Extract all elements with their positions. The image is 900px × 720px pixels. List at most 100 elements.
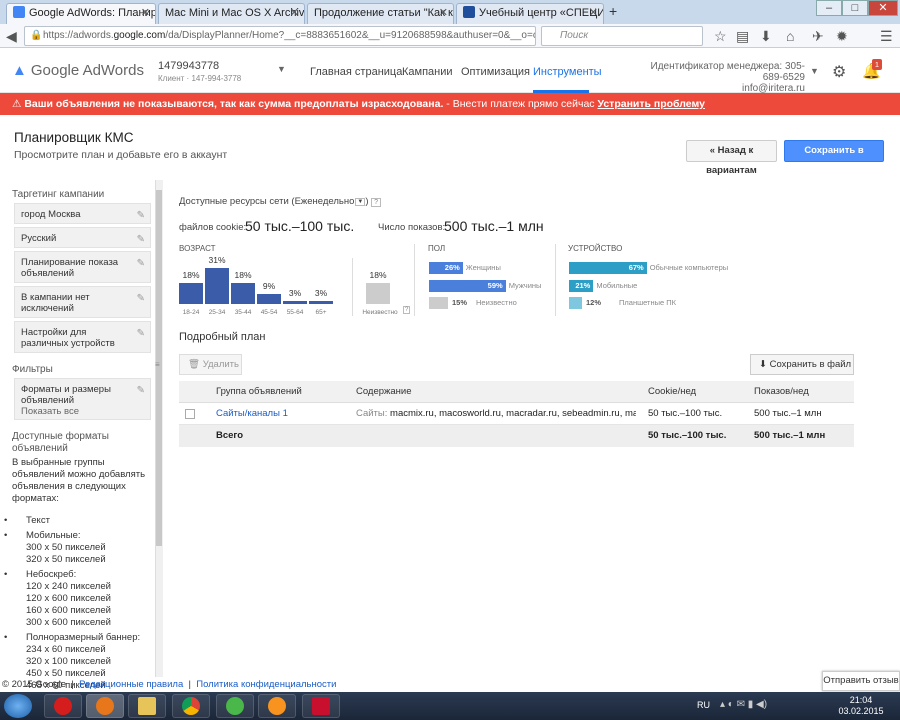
- browser-tab-article[interactable]: Продолжение статьи "Как куп...✕: [307, 3, 454, 24]
- adwords-logo[interactable]: ▲ Google AdWords: [12, 62, 144, 79]
- system-clock[interactable]: 21:04 03.02.2015: [836, 695, 886, 717]
- pencil-icon[interactable]: ✎: [137, 234, 145, 245]
- close-tab-icon[interactable]: ✕: [439, 4, 448, 23]
- addon-icon[interactable]: ✈: [812, 27, 824, 45]
- sidebar-item-location[interactable]: город Москва ✎: [14, 203, 151, 224]
- pencil-icon[interactable]: ✎: [137, 385, 145, 396]
- account-selector[interactable]: 1479943778 Клиент · 147-994-3778: [158, 60, 241, 83]
- new-tab-button[interactable]: +: [609, 3, 617, 19]
- fix-problem-link[interactable]: Устранить проблему: [597, 98, 705, 110]
- age-bar: [283, 300, 307, 304]
- gender-label: Женщины: [465, 263, 501, 272]
- address-bar[interactable]: 🔒 https://adwords.google.com/da/DisplayP…: [24, 26, 536, 46]
- download-icon: ⬇: [759, 359, 767, 370]
- ok-app-icon[interactable]: [258, 694, 296, 718]
- firefox-app-icon[interactable]: [86, 694, 124, 718]
- impressions-cell: 500 тыс.–1 млн: [754, 408, 822, 419]
- help-icon[interactable]: ?: [371, 198, 382, 207]
- resize-handle-icon[interactable]: ≡: [155, 360, 160, 369]
- device-bar: 67%: [569, 262, 647, 274]
- alert-banner: ⚠ Ваши объявления не показываются, так к…: [0, 93, 900, 115]
- close-window-button[interactable]: ✕: [868, 0, 898, 16]
- nav-optimization[interactable]: Оптимизация: [461, 66, 530, 78]
- alert-icon: ⚠: [12, 98, 22, 110]
- back-to-options-button[interactable]: « Назад к вариантам: [686, 140, 777, 176]
- nav-tools[interactable]: Инструменты: [533, 66, 602, 78]
- adgroup-link[interactable]: Сайты/каналы 1: [216, 403, 288, 425]
- language-indicator[interactable]: RU: [697, 700, 710, 710]
- download-icon[interactable]: ⬇: [760, 27, 772, 45]
- search-input[interactable]: Поиск: [541, 26, 703, 46]
- notification-badge: 1: [872, 59, 882, 70]
- close-tab-icon[interactable]: ✕: [290, 4, 299, 23]
- sidebar-item-exclusions[interactable]: В кампании нет исключений ✎: [14, 286, 151, 318]
- device-swatch: [569, 297, 582, 309]
- tray-icons[interactable]: ▴ ◐ ✉ ▮ ◀): [720, 699, 767, 710]
- acrobat-app-icon[interactable]: [302, 694, 340, 718]
- col-header-impressions[interactable]: Показов/нед: [754, 381, 809, 403]
- pencil-icon[interactable]: ✎: [137, 328, 145, 339]
- plan-title: Подробный план: [179, 331, 266, 343]
- age-bar-label: 3%: [288, 287, 302, 298]
- reading-list-icon[interactable]: ▤: [736, 27, 749, 45]
- sidebar-item-ad-schedule[interactable]: Планирование показа объявлений ✎: [14, 251, 151, 283]
- help-icon[interactable]: ?: [403, 306, 411, 314]
- pencil-icon[interactable]: ✎: [137, 258, 145, 269]
- start-button[interactable]: [4, 694, 32, 718]
- col-header-content[interactable]: Содержание: [356, 381, 412, 403]
- sidebar-item-devices[interactable]: Настройки для различных устройств ✎: [14, 321, 151, 353]
- nav-campaigns[interactable]: Кампании: [402, 66, 453, 78]
- browser-tab-specialist[interactable]: Учебный центр «СПЕЦИА...✕: [456, 3, 604, 24]
- browser-tab-adwords[interactable]: Google AdWords: Планир... ✕: [6, 3, 156, 25]
- manager-info[interactable]: Идентификатор менеджера: 305-689-6529 in…: [633, 61, 805, 94]
- col-header-cookies[interactable]: Cookie/нед: [648, 381, 696, 403]
- cookies-cell: 50 тыс.–100 тыс.: [648, 408, 723, 419]
- opera-app-icon[interactable]: [44, 694, 82, 718]
- chrome-app-icon[interactable]: [172, 694, 210, 718]
- col-header-adgroup[interactable]: Группа объявлений: [216, 381, 302, 403]
- age-bar: [257, 293, 281, 304]
- age-bar-label: 18%: [182, 270, 200, 281]
- table-total-row: Всего 50 тыс.–100 тыс. 500 тыс.–1 млн: [179, 425, 854, 447]
- pencil-icon[interactable]: ✎: [137, 293, 145, 304]
- minimize-button[interactable]: –: [816, 0, 842, 16]
- device-label: Планшетные ПК: [619, 298, 677, 307]
- extension-icon[interactable]: ✹: [836, 27, 848, 45]
- download-file-button[interactable]: ⬇ Сохранить в файл: [750, 354, 854, 375]
- menu-icon[interactable]: ☰: [880, 27, 893, 45]
- manager-dropdown-icon[interactable]: ▼: [810, 66, 819, 76]
- browser-nav-bar: ◀ 🔒 https://adwords.google.com/da/Displa…: [0, 24, 900, 48]
- gender-bar: 26%: [429, 262, 463, 274]
- account-dropdown-icon[interactable]: ▼: [277, 64, 286, 74]
- delete-button[interactable]: 🗑 Удалить: [179, 354, 242, 375]
- format-text: • Текст: [4, 515, 50, 526]
- row-checkbox[interactable]: [185, 409, 195, 419]
- policy-link[interactable]: Редакционные правила: [79, 679, 183, 690]
- format-skyscraper: • Небоскреб: 120 x 240 пикселей 120 x 600 п…: [4, 569, 111, 628]
- browser-tab-macmini[interactable]: Mac Mini и Mac OS X Archives ...✕: [158, 3, 305, 24]
- age-tick-label: 45-54: [260, 309, 278, 316]
- total-cookies: 50 тыс.–100 тыс.: [648, 430, 727, 441]
- back-arrow-icon[interactable]: ◀: [6, 27, 17, 45]
- gear-icon[interactable]: ⚙: [832, 62, 846, 82]
- age-tick-label: 55-64: [286, 309, 304, 316]
- explorer-app-icon[interactable]: [128, 694, 166, 718]
- device-bar: 21%: [569, 279, 594, 292]
- pencil-icon[interactable]: ✎: [137, 210, 145, 221]
- bookmark-star-icon[interactable]: ☆: [714, 27, 727, 45]
- close-tab-icon[interactable]: ✕: [141, 4, 150, 23]
- nav-home[interactable]: Главная страница: [310, 66, 402, 78]
- maximize-button[interactable]: □: [842, 0, 868, 16]
- sidebar-item-language[interactable]: Русский ✎: [14, 227, 151, 248]
- privacy-link[interactable]: Политика конфиденциальности: [196, 679, 336, 690]
- cookies-label: файлов cookie:: [179, 222, 247, 233]
- save-to-account-button[interactable]: Сохранить в аккаунте: [784, 140, 884, 176]
- home-icon[interactable]: ⌂: [786, 27, 794, 45]
- formats-description: В выбранные группы объявлений можно доба…: [4, 457, 152, 692]
- icq-app-icon[interactable]: [216, 694, 254, 718]
- format-list: • Текст • Мобильные: 300 x 50 пикселей 320 x…: [4, 515, 152, 692]
- period-dropdown-icon[interactable]: ▼: [355, 198, 366, 206]
- send-feedback-button[interactable]: Отправить отзыв: [822, 671, 900, 691]
- close-tab-icon[interactable]: ✕: [589, 4, 598, 23]
- sidebar-item-ad-formats[interactable]: Форматы и размеры объявлений Показать все…: [14, 378, 151, 420]
